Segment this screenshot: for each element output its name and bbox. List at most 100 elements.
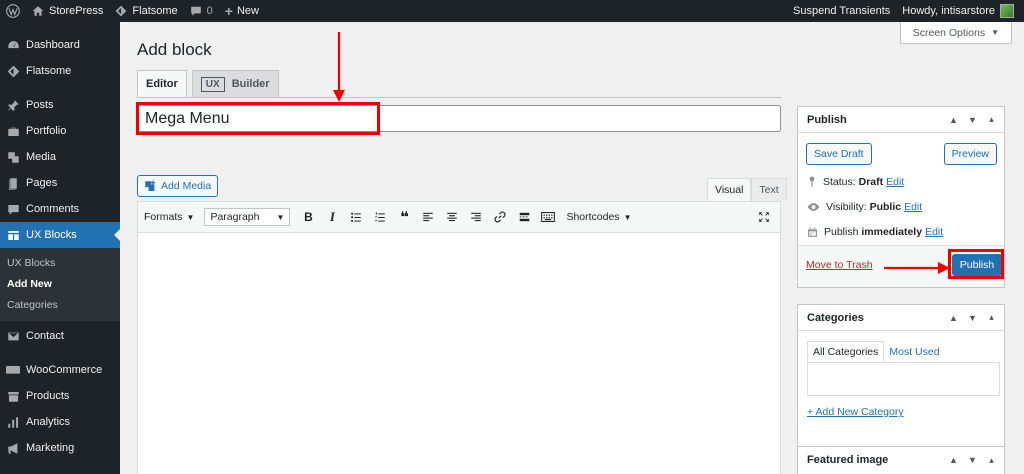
content-editor[interactable]	[137, 232, 781, 474]
pin-icon	[6, 98, 20, 112]
align-center-button[interactable]	[444, 209, 460, 225]
toggle-panel-icon[interactable]: ▴	[985, 113, 998, 126]
chevron-down-icon[interactable]: ▼	[966, 113, 979, 126]
tab-text[interactable]: Text	[751, 178, 787, 201]
numbered-list-button[interactable]	[372, 209, 388, 225]
sidebar-item-dashboard[interactable]: Dashboard	[0, 32, 120, 58]
down-arrow-annotation	[333, 32, 345, 102]
plus-icon: +	[224, 3, 233, 19]
tab-ux-builder[interactable]: UX Builder	[191, 70, 279, 97]
sidebar-item-label: Pages	[26, 177, 58, 189]
archive-icon	[6, 389, 20, 403]
title-highlight-box	[136, 102, 380, 135]
comment-icon	[6, 202, 20, 216]
italic-button[interactable]: I	[324, 209, 340, 225]
chevron-up-icon[interactable]: ▲	[947, 311, 960, 324]
sidebar-item-label: Analytics	[26, 416, 71, 428]
theme-link[interactable]: Flatsome	[109, 0, 183, 22]
save-draft-button[interactable]: Save Draft	[806, 143, 872, 165]
category-checklist[interactable]	[807, 362, 1000, 396]
eye-icon	[807, 203, 820, 211]
new-content-link[interactable]: + New	[219, 0, 265, 22]
ux-logo-icon: UX	[200, 76, 225, 92]
sidebar-item-ux-blocks[interactable]: UX Blocks	[0, 222, 120, 248]
sidebar-item-portfolio[interactable]: Portfolio	[0, 118, 120, 144]
toolbar-toggle-button[interactable]	[540, 209, 556, 225]
mail-icon	[6, 329, 20, 343]
pages-icon	[6, 176, 20, 190]
megaphone-icon	[6, 441, 20, 455]
tab-editor[interactable]: Editor	[137, 70, 187, 97]
link-button[interactable]	[492, 209, 508, 225]
account-link[interactable]: Howdy, intisarstore	[896, 0, 1024, 22]
sidebar-item-label: Flatsome	[26, 65, 72, 77]
formats-menu[interactable]: Formats ▼	[144, 211, 194, 223]
sidebar-item-products[interactable]: Products	[0, 383, 120, 409]
caret-down-icon: ▼	[276, 212, 285, 222]
sidebar-item-woocommerce[interactable]: WooCommerce	[0, 357, 120, 383]
sidebar-item-contact[interactable]: Contact	[0, 323, 120, 349]
dashboard-icon	[6, 38, 20, 52]
wordpress-logo-icon[interactable]	[0, 0, 26, 22]
tab-visual[interactable]: Visual	[707, 178, 752, 201]
submenu-item-add-new[interactable]: Add New	[0, 273, 120, 294]
sidebar-item-marketing[interactable]: Marketing	[0, 435, 120, 461]
chevron-up-icon[interactable]: ▲	[947, 113, 960, 126]
site-name-link[interactable]: StorePress	[26, 0, 109, 22]
chevron-up-icon[interactable]: ▲	[947, 454, 960, 467]
comments-link[interactable]: 0	[184, 0, 219, 22]
chevron-down-icon[interactable]: ▼	[966, 454, 979, 467]
save-draft-label: Save Draft	[814, 148, 864, 160]
woo-icon	[6, 363, 20, 377]
tab-all-categories[interactable]: All Categories	[807, 341, 885, 362]
edit-visibility-link[interactable]: Edit	[904, 201, 922, 213]
align-center-icon	[447, 212, 458, 222]
align-right-button[interactable]	[468, 209, 484, 225]
right-arrow-annotation	[884, 262, 950, 274]
read-more-button[interactable]	[516, 209, 532, 225]
blockquote-button[interactable]: ❝	[396, 209, 412, 226]
sidebar-item-label: Contact	[26, 330, 64, 342]
categories-panel-header: Categories ▲ ▼ ▴	[798, 305, 1004, 331]
schedule-value: immediately	[861, 226, 923, 238]
sidebar-item-flatsome[interactable]: Flatsome	[0, 58, 120, 84]
sidebar-item-pages[interactable]: Pages	[0, 170, 120, 196]
align-left-icon	[423, 212, 434, 222]
publish-highlight-box	[948, 249, 1004, 279]
screen-options-button[interactable]: Screen Options ▼	[899, 22, 1012, 44]
caret-down-icon: ▼	[623, 212, 632, 222]
submenu-item-ux-blocks[interactable]: UX Blocks	[0, 252, 120, 273]
sidebar-item-media[interactable]: Media	[0, 144, 120, 170]
add-new-category-link[interactable]: + Add New Category	[807, 406, 904, 418]
status-value: Draft	[858, 176, 884, 188]
edit-status-link[interactable]: Edit	[886, 176, 904, 188]
submenu-item-categories[interactable]: Categories	[0, 294, 120, 315]
paragraph-select[interactable]: Paragraph ▼	[204, 208, 291, 226]
tab-most-used[interactable]: Most Used	[884, 341, 944, 362]
suspend-transients-link[interactable]: Suspend Transients	[787, 0, 896, 22]
toggle-panel-icon[interactable]: ▴	[985, 311, 998, 324]
sidebar-item-label: Dashboard	[26, 39, 80, 51]
tab-editor-label: Editor	[146, 78, 178, 90]
shortcodes-menu[interactable]: Shortcodes ▼	[566, 211, 631, 223]
sidebar-item-comments[interactable]: Comments	[0, 196, 120, 222]
fullscreen-button[interactable]	[756, 209, 772, 225]
sidebar-item-analytics[interactable]: Analytics	[0, 409, 120, 435]
edit-schedule-link[interactable]: Edit	[925, 226, 943, 238]
add-media-button[interactable]: Add Media	[137, 175, 219, 197]
publish-heading: Publish	[807, 113, 847, 126]
sidebar-item-posts[interactable]: Posts	[0, 92, 120, 118]
preview-button[interactable]: Preview	[943, 143, 997, 165]
tab-visual-label: Visual	[715, 184, 744, 196]
move-to-trash-link[interactable]: Move to Trash	[806, 259, 873, 271]
toggle-panel-icon[interactable]: ▴	[985, 454, 998, 467]
sidebar-item-label: Marketing	[26, 442, 75, 454]
bold-button[interactable]: B	[300, 209, 316, 225]
sidebar-item-label: Comments	[26, 203, 80, 215]
bold-icon: B	[304, 210, 313, 224]
chevron-down-icon[interactable]: ▼	[966, 311, 979, 324]
align-left-button[interactable]	[420, 209, 436, 225]
screen-options-label: Screen Options	[912, 26, 986, 39]
bullet-list-button[interactable]	[348, 209, 364, 225]
sidebar-item-label: Media	[26, 151, 56, 163]
